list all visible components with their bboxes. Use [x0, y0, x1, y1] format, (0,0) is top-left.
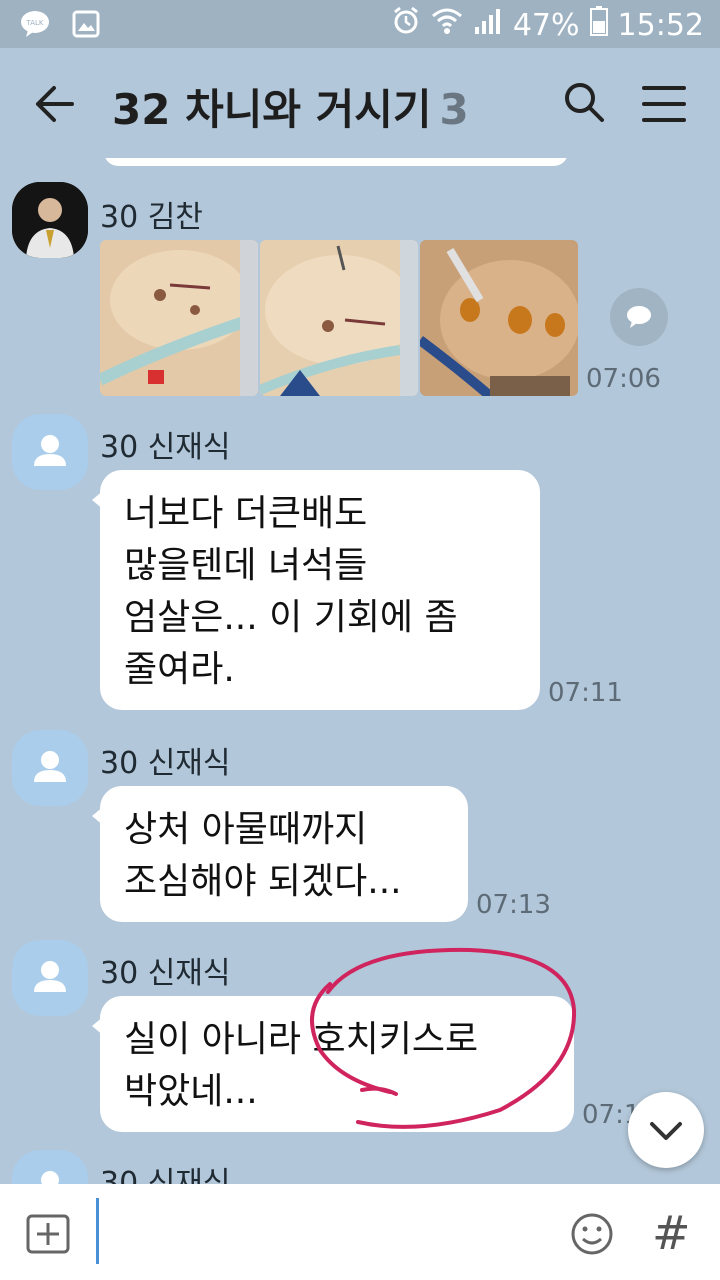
- clock: 15:52: [617, 7, 704, 43]
- message-bubble[interactable]: 너보다 더큰배도 많을텐데 녀석들 엄살은... 이 기회에 좀 줄여라.: [92, 470, 540, 710]
- photo-thumbnail[interactable]: [420, 240, 578, 396]
- svg-text:TALK: TALK: [25, 19, 43, 27]
- alarm-icon: [391, 6, 421, 44]
- emoji-icon[interactable]: [570, 1212, 614, 1256]
- battery-percent: 47%: [512, 7, 580, 43]
- share-icon[interactable]: [610, 288, 668, 346]
- menu-icon[interactable]: [640, 84, 688, 124]
- avatar[interactable]: [12, 940, 88, 1016]
- search-icon[interactable]: [562, 80, 606, 124]
- sender-name: 30 신재식: [100, 956, 231, 991]
- sender-name: 30 신재식: [100, 430, 231, 465]
- message-feed[interactable]: 30 김찬 07:06 30 신재식 너보다 더큰배도 많을텐데 녀석들 엄살은…: [0, 158, 720, 1184]
- signal-icon: [473, 7, 503, 43]
- avatar[interactable]: [12, 1150, 88, 1184]
- hashtag-button[interactable]: #: [652, 1206, 691, 1260]
- message-bubble[interactable]: 상처 아물때까지 조심해야 되겠다...: [92, 786, 468, 922]
- previous-message-bubble: [104, 158, 568, 166]
- message-input-bar: #: [0, 1184, 720, 1280]
- talk-notification-icon: TALK: [20, 10, 50, 42]
- message-bubble[interactable]: 실이 아니라 호치키스로 박았네...: [92, 996, 574, 1132]
- chat-room-name: 32 차니와 거시기: [112, 85, 432, 134]
- member-count: 3: [439, 85, 469, 134]
- avatar[interactable]: [12, 414, 88, 490]
- message-time: 07:11: [548, 678, 623, 708]
- avatar[interactable]: [12, 182, 88, 258]
- wifi-icon: [431, 7, 463, 43]
- message-input[interactable]: [96, 1198, 99, 1264]
- photo-thumbnail[interactable]: [100, 240, 258, 396]
- avatar[interactable]: [12, 730, 88, 806]
- back-arrow-icon[interactable]: [34, 82, 78, 126]
- message-time: 07:06: [586, 364, 661, 394]
- chat-header: 32 차니와 거시기 3: [0, 48, 720, 158]
- status-bar: TALK 47% 15:52: [0, 0, 720, 48]
- sender-name: 30 김찬: [100, 200, 203, 235]
- message-time: 07:13: [476, 890, 551, 920]
- gallery-notification-icon: [72, 10, 100, 42]
- sender-name: 30 신재식: [100, 746, 231, 781]
- plus-icon[interactable]: [26, 1214, 70, 1254]
- battery-icon: [589, 6, 608, 44]
- sender-name: 30 신재식: [100, 1166, 231, 1184]
- photo-thumbnail[interactable]: [260, 240, 418, 396]
- chat-title: 32 차니와 거시기 3: [112, 76, 469, 137]
- chevron-down-icon: [650, 1122, 682, 1140]
- scroll-to-bottom-button[interactable]: [628, 1092, 704, 1168]
